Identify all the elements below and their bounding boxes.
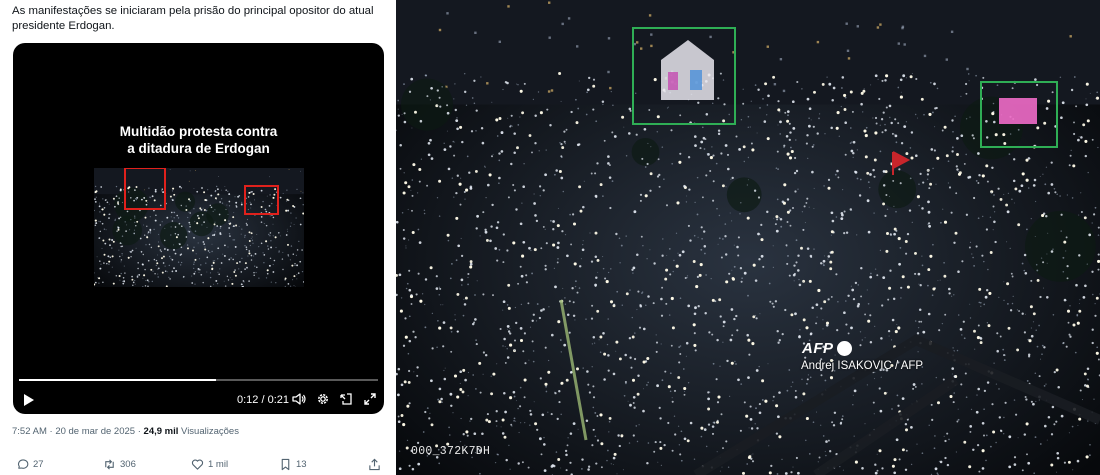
video-thumbnail	[94, 168, 304, 287]
fullscreen-icon[interactable]	[363, 392, 377, 406]
video-player[interactable]: Multidão protesta contra a ditadura de E…	[13, 43, 384, 414]
tweet-metadata: 7:52 AM · 20 de mar de 2025 · 24,9 mil V…	[12, 426, 239, 437]
repost-icon	[105, 458, 114, 470]
video-overlay-title: Multidão protesta contra a ditadura de E…	[119, 124, 278, 156]
green-highlight-box-screen	[980, 81, 1058, 148]
red-highlight-box-screen	[244, 185, 279, 215]
afp-logo-dot	[836, 341, 852, 356]
volume-icon[interactable]	[292, 392, 306, 406]
bookmark-count: 13	[296, 458, 307, 470]
play-icon[interactable]	[22, 393, 36, 407]
tweet-action-bar: 27 306 1 mil 13	[0, 456, 396, 474]
picture-in-picture-icon[interactable]	[339, 392, 353, 406]
reply-button[interactable]: 27	[16, 456, 44, 472]
share-upload-icon	[369, 458, 380, 470]
bookmark-button[interactable]: 13	[279, 456, 307, 472]
tweet-panel: As manifestações se iniciaram pela prisã…	[0, 0, 396, 475]
views-label: Visualizações	[181, 426, 239, 437]
video-time: 0:12 / 0:21	[237, 394, 289, 406]
red-highlight-box-building	[124, 168, 166, 210]
afp-logo-text: AFP	[802, 340, 834, 357]
photo-id: 000_372K7DH	[411, 445, 491, 458]
video-progress-bar[interactable]	[19, 379, 378, 381]
afp-protest-photo: AFP Andrej ISAKOVIC / AFP 000_372K7DH	[396, 0, 1100, 475]
views-count: 24,9 mil	[143, 426, 179, 437]
like-button[interactable]: 1 mil	[191, 456, 228, 472]
video-progress-fill	[19, 379, 217, 381]
repost-button[interactable]: 306	[103, 456, 136, 472]
reply-count: 27	[33, 458, 44, 470]
reply-bubble-icon	[18, 458, 29, 469]
share-button[interactable]	[368, 456, 385, 472]
tweet-text: As manifestações se iniciaram pela prisã…	[12, 5, 374, 32]
heart-icon	[191, 459, 204, 470]
settings-gear-icon[interactable]	[316, 392, 330, 406]
bookmark-icon	[281, 458, 290, 470]
afp-logo: AFP	[802, 340, 852, 357]
repost-count: 306	[120, 458, 136, 470]
photo-credit: Andrej ISAKOVIC / AFP	[801, 360, 924, 372]
like-count: 1 mil	[208, 458, 229, 470]
green-highlight-box-building	[632, 27, 736, 125]
crowd-photo-image	[396, 0, 1100, 475]
tweet-time[interactable]: 7:52 AM	[12, 426, 47, 437]
tweet-date[interactable]: 20 de mar de 2025	[55, 426, 135, 437]
